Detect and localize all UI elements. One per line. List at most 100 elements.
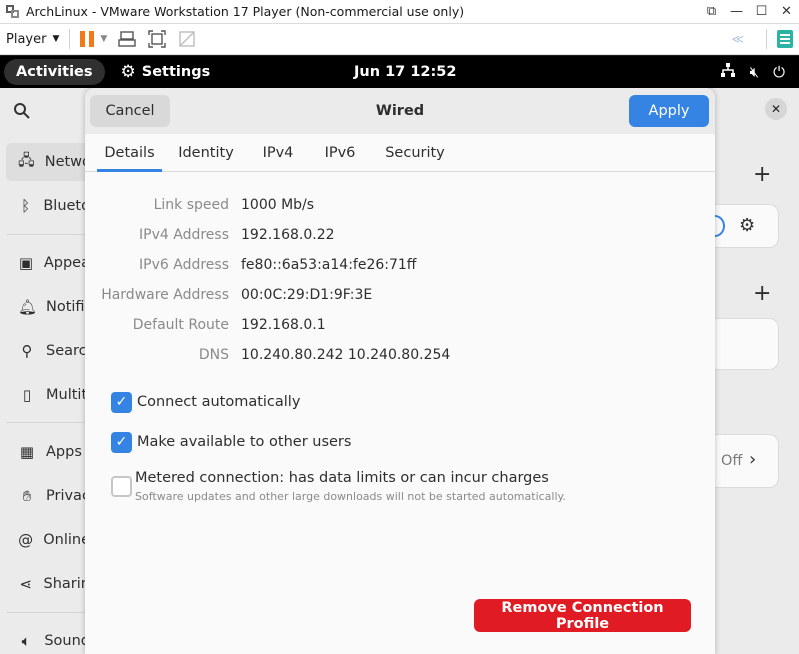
hand-icon: ✋︎ bbox=[22, 487, 32, 505]
gear-icon[interactable]: ⚙ bbox=[739, 215, 755, 236]
window-controls: ⧉ — ☐ ✕ bbox=[699, 4, 799, 19]
sidebar-item-multitasking[interactable]: ▯ Multit bbox=[6, 376, 90, 414]
available-to-others-checkbox[interactable]: ✓ bbox=[111, 431, 132, 453]
at-icon: @ bbox=[18, 531, 34, 549]
system-tray[interactable]: 🔇︎ ⏻ bbox=[706, 62, 785, 82]
minimize-icon[interactable]: — bbox=[724, 4, 749, 19]
share-icon: ⋖ bbox=[19, 575, 33, 593]
power-icon: ⏻ bbox=[773, 63, 785, 81]
detail-value: 192.168.0.1 bbox=[241, 317, 326, 333]
tab-security[interactable]: Security bbox=[385, 134, 445, 172]
network-icon: 🖧︎ bbox=[18, 150, 35, 169]
activities-button[interactable]: Activities bbox=[4, 59, 105, 85]
gnome-top-bar: Activities ⚙ Settings Jun 17 12:52 🔇︎ ⏻ bbox=[0, 56, 799, 88]
close-icon[interactable]: ✕ bbox=[774, 4, 799, 19]
cancel-button[interactable]: Cancel bbox=[90, 95, 170, 127]
detail-label: DNS bbox=[198, 347, 229, 363]
available-to-others-label: Make available to other users bbox=[137, 434, 352, 450]
double-chevron-left-icon[interactable]: ≪ bbox=[731, 32, 744, 46]
send-ctrl-alt-del-icon[interactable] bbox=[117, 30, 137, 48]
volume-muted-icon: 🔇︎ bbox=[749, 63, 760, 81]
search-icon: ⚲ bbox=[21, 342, 33, 360]
detail-row-dns: DNS 10.240.80.242 10.240.80.254 bbox=[85, 340, 715, 370]
caret-down-icon[interactable]: ▼ bbox=[100, 34, 107, 44]
settings-sidebar: 🖧︎ Netwo ᛒ Blueto ▣ Appea 🔔︎ Notifi ⚲ Searc ▯… bbox=[0, 88, 91, 654]
player-menu[interactable]: Player ▼ bbox=[6, 32, 59, 47]
proxy-status: Off bbox=[721, 453, 743, 469]
sidebar-item-search[interactable]: ⚲ Searc bbox=[6, 332, 90, 370]
search-icon[interactable] bbox=[0, 88, 90, 134]
vmware-titlebar: ArchLinux - VMware Workstation 17 Player… bbox=[0, 0, 799, 24]
caret-down-icon: ▼ bbox=[52, 34, 60, 44]
tab-identity[interactable]: Identity bbox=[175, 134, 237, 172]
sidebar-item-apps[interactable]: ▦ Apps bbox=[6, 433, 90, 471]
fullscreen-icon[interactable] bbox=[147, 30, 167, 48]
apply-button[interactable]: Apply bbox=[629, 95, 709, 127]
gear-icon: ⚙ bbox=[120, 62, 136, 82]
connect-automatically-checkbox[interactable]: ✓ bbox=[111, 391, 132, 413]
window-title: ArchLinux - VMware Workstation 17 Player… bbox=[26, 4, 465, 19]
detail-value: 1000 Mb/s bbox=[241, 197, 315, 213]
detail-row-ipv6: IPv6 Address fe80::6a53:a14:fe26:71ff bbox=[85, 250, 715, 280]
player-label: Player bbox=[6, 31, 47, 47]
sidebar-item-sound[interactable]: 🔈︎ Sound bbox=[6, 622, 90, 654]
sidebar-item-network[interactable]: 🖧︎ Netwo bbox=[6, 143, 91, 181]
pause-icon[interactable] bbox=[80, 31, 95, 47]
tab-details[interactable]: Details bbox=[97, 134, 162, 172]
close-icon[interactable]: ✕ bbox=[765, 98, 787, 120]
bluetooth-icon: ᛒ bbox=[21, 197, 31, 215]
vpn-card bbox=[715, 318, 779, 370]
detail-label: Hardware Address bbox=[101, 287, 229, 303]
detail-row-default-route: Default Route 192.168.0.1 bbox=[85, 310, 715, 340]
vmware-logo-icon bbox=[6, 4, 20, 19]
sidebar-item-privacy[interactable]: ✋︎ Privac bbox=[6, 477, 90, 515]
add-vpn-icon[interactable]: + bbox=[753, 281, 771, 306]
dialog-tabs: Details Identity IPv4 IPv6 Security bbox=[85, 134, 715, 172]
toolbar-divider bbox=[69, 29, 71, 49]
unity-icon[interactable] bbox=[177, 30, 197, 48]
detail-value: fe80::6a53:a14:fe26:71ff bbox=[241, 257, 417, 273]
detail-value: 192.168.0.22 bbox=[241, 227, 335, 243]
metered-connection-checkbox[interactable] bbox=[111, 476, 132, 497]
connect-automatically-row[interactable]: ✓ Connect automatically bbox=[111, 390, 300, 414]
metered-connection-sublabel: Software updates and other large downloa… bbox=[135, 490, 566, 503]
detail-row-ipv4: IPv4 Address 192.168.0.22 bbox=[85, 220, 715, 250]
detail-label: IPv6 Address bbox=[139, 257, 229, 273]
tab-ipv6[interactable]: IPv6 bbox=[321, 134, 359, 172]
detail-row-hardware-address: Hardware Address 00:0C:29:D1:9F:3E bbox=[85, 280, 715, 310]
multitasking-icon: ▯ bbox=[22, 386, 32, 404]
tab-ipv4[interactable]: IPv4 bbox=[259, 134, 297, 172]
remove-connection-profile-button[interactable]: Remove Connection Profile bbox=[474, 599, 691, 632]
sidebar-item-appearance[interactable]: ▣ Appea bbox=[6, 244, 90, 282]
network-panel-edge: ✕ + ⚙ + Off › bbox=[705, 88, 799, 654]
sidebar-item-bluetooth[interactable]: ᛒ Blueto bbox=[6, 187, 90, 225]
dialog-title: Wired bbox=[375, 103, 425, 119]
clock[interactable]: Jun 17 12:52 bbox=[354, 56, 456, 88]
sidebar-item-online-accounts[interactable]: @ Online bbox=[6, 521, 90, 559]
apps-icon: ▦ bbox=[19, 443, 35, 461]
bell-icon: 🔔︎ bbox=[18, 298, 38, 316]
detail-label: Link speed bbox=[153, 197, 229, 213]
network-wired-icon bbox=[720, 62, 736, 82]
sidebar-item-sharing[interactable]: ⋖ Sharin bbox=[6, 565, 90, 603]
maximize-icon[interactable]: ☐ bbox=[749, 4, 774, 19]
restore-icon[interactable]: ⧉ bbox=[699, 4, 724, 19]
add-wired-icon[interactable]: + bbox=[753, 162, 771, 187]
app-name: Settings bbox=[141, 64, 211, 80]
app-menu[interactable]: ⚙ Settings bbox=[121, 62, 211, 82]
proxy-card[interactable]: Off › bbox=[715, 434, 779, 488]
wired-connection-card: ⚙ bbox=[705, 204, 779, 248]
detail-row-link-speed: Link speed 1000 Mb/s bbox=[85, 190, 715, 220]
sidebar-divider bbox=[6, 234, 90, 235]
detail-value: 10.240.80.242 10.240.80.254 bbox=[241, 347, 451, 363]
chevron-right-icon: › bbox=[749, 449, 757, 470]
connect-automatically-label: Connect automatically bbox=[137, 394, 301, 410]
wired-dialog: Wired Cancel Apply Details Identity IPv4… bbox=[85, 88, 715, 654]
speaker-icon: 🔈︎ bbox=[21, 632, 31, 650]
available-to-others-row[interactable]: ✓ Make available to other users bbox=[111, 430, 351, 454]
notes-icon[interactable] bbox=[777, 30, 793, 48]
sidebar-item-notifications[interactable]: 🔔︎ Notifi bbox=[6, 288, 90, 326]
detail-value: 00:0C:29:D1:9F:3E bbox=[241, 287, 373, 303]
dialog-header: Wired Cancel Apply bbox=[85, 88, 715, 134]
sidebar-divider bbox=[6, 612, 90, 613]
